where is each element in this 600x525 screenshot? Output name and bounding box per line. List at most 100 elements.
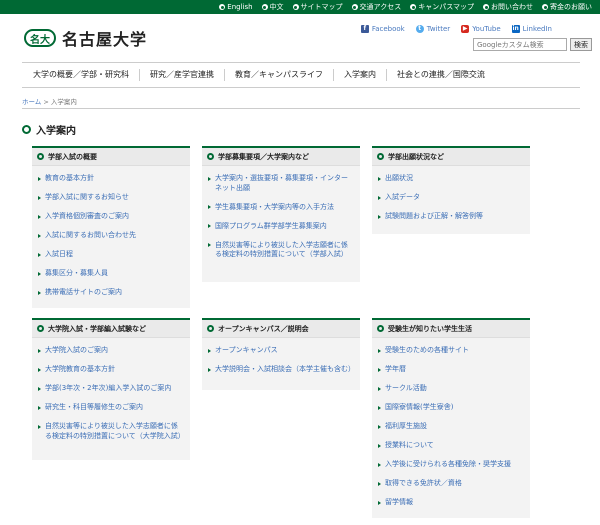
arrow-right-icon [38,176,41,181]
panel-link[interactable]: 入試に関するお問い合わせ先 [38,231,184,241]
panel-link[interactable]: 国際プログラム群学部学生募集案内 [208,222,354,232]
arrow-right-icon [38,290,41,295]
arrow-right-icon [38,233,41,238]
panel-graduate-admissions: 大学院入試・学部編入試験など 大学院入試のご案内 大学院教育の基本方針 学部(3… [32,318,190,460]
arrow-right-icon [378,462,381,467]
panel-link[interactable]: 教育の基本方針 [38,174,184,184]
bullet-icon [410,4,417,10]
panel-link[interactable]: 試験問題および正解・解答例等 [378,212,524,222]
arrow-right-icon [208,224,211,228]
utility-link-sitemap[interactable]: サイトマップ [292,2,343,12]
panel-title: 大学院入試・学部編入試験など [48,324,146,333]
panel-link[interactable]: 大学案内・選抜要項・募集要項・インターネット出願 [208,174,354,193]
panel-link[interactable]: 自然災害等により被災した入学志願者に係る検定料の特別措置について（大学院入試） [38,422,185,441]
panel-link[interactable]: 大学説明会・入試相談会（本学主催も含む） [208,365,355,375]
bullet-icon [219,4,226,10]
arrow-right-icon [378,348,381,353]
panel-link[interactable]: 学部(3年次・2年次)編入学入試のご案内 [38,384,184,394]
breadcrumb-current: 入学案内 [50,98,77,106]
ring-bullet-icon [377,153,384,160]
panel-link-list: 受験生のための各種サイト 学年暦 サークル活動 国際寮情報(学生寮舎) 福利厚生… [372,338,530,523]
social-link-facebook[interactable]: f Facebook [360,25,405,33]
logo-text: 名古屋大学 [62,30,148,49]
panel-link-list: 教育の基本方針 学部入試に関するお知らせ 入学資格個別審査のご案内 入試に関する… [32,166,190,313]
panel-link[interactable]: 入試データ [378,193,524,203]
panel-link[interactable]: 携帯電話サイトのご案内 [38,288,184,298]
arrow-right-icon [38,348,41,353]
panel-link[interactable]: 受験生のための各種サイト [378,346,524,356]
social-link-twitter[interactable]: t Twitter [415,25,450,33]
site-search: 検索 [473,38,592,51]
panel-header: 学部入試の概要 [32,148,190,166]
ring-bullet-icon [207,153,214,160]
panel-link[interactable]: 出願状況 [378,174,524,184]
bullet-icon [542,4,548,10]
panel-title: 学部出願状況など [388,152,444,161]
gnav-item-community[interactable]: 社会との連携／国際交流 [387,69,495,81]
bullet-icon [261,4,268,10]
panel-header: 学部出願状況など [372,148,530,166]
panel-link[interactable]: 学生募集要項・大学案内等の入手方法 [208,203,354,213]
panel-link[interactable]: 取得できる免許状／資格 [378,479,524,489]
panel-link[interactable]: 国際寮情報(学生寮舎) [378,403,524,413]
gnav-item-about[interactable]: 大学の概要／学部・研究科 [22,69,140,81]
utility-link-access[interactable]: 交通アクセス [351,2,401,12]
panel-link-list: 大学案内・選抜要項・募集要項・インターネット出願 学生募集要項・大学案内等の入手… [202,166,360,275]
panel-link[interactable]: サークル活動 [378,384,524,394]
divider [22,108,580,109]
panel-title: オープンキャンパス／説明会 [218,324,309,333]
arrow-right-icon [208,367,211,372]
ring-bullet-icon [37,153,44,160]
youtube-icon: ▶ [461,25,470,33]
panel-link[interactable]: 募集区分・募集人員 [38,269,184,279]
panel-header: 受験生が知りたい学生生活 [372,320,530,338]
panel-application-status: 学部出願状況など 出願状況 入試データ 試験問題および正解・解答例等 [372,146,530,234]
panel-link[interactable]: オープンキャンパス [208,346,354,356]
arrow-right-icon [208,243,211,247]
social-link-linkedin[interactable]: in LinkedIn [511,25,552,33]
gnav-item-education[interactable]: 教育／キャンパスライフ [225,69,334,81]
search-input[interactable] [473,38,567,51]
panel-link-list: オープンキャンパス 大学説明会・入試相談会（本学主催も含む） [202,338,360,390]
panel-link[interactable]: 自然災害等により被災した入学志願者に係る検定料の特別措置について（学部入試） [208,241,354,260]
panel-link[interactable]: 入試日程 [38,250,184,260]
panel-link[interactable]: 学部入試に関するお知らせ [38,193,184,203]
panel-link[interactable]: 入学後に受けられる各種免除・奨学支援 [378,460,524,470]
site-logo[interactable]: 名大 名古屋大学 [24,26,147,50]
panel-link[interactable]: 入学資格個別審査のご案内 [38,212,184,222]
arrow-right-icon [38,386,41,391]
panel-link[interactable]: 大学院教育の基本方針 [38,365,184,375]
panel-link[interactable]: 授業料について [378,441,524,451]
panel-title: 学部入試の概要 [48,152,97,161]
utility-link-donation[interactable]: 寄金のお願い [542,2,592,12]
utility-link-contact[interactable]: お問い合わせ [483,2,533,12]
gnav-item-research[interactable]: 研究／産学官連携 [140,69,225,81]
utility-link-chinese[interactable]: 中文 [261,2,284,12]
arrow-right-icon [378,405,381,410]
panel-header: オープンキャンパス／説明会 [202,320,360,338]
arrow-right-icon [208,348,211,353]
panel-link[interactable]: 研究生・科目等履修生のご案内 [38,403,184,413]
ring-bullet-icon [207,325,214,332]
page-title: 入学案内 [36,126,76,137]
panel-undergrad-overview: 学部入試の概要 教育の基本方針 学部入試に関するお知らせ 入学資格個別審査のご案… [32,146,190,308]
arrow-right-icon [38,367,41,372]
arrow-right-icon [38,195,41,200]
linkedin-icon: in [511,25,520,33]
arrow-right-icon [208,176,211,181]
panel-header: 学部募集要項／大学案内など [202,148,360,166]
breadcrumb-home[interactable]: ホーム [22,98,41,106]
social-link-youtube[interactable]: ▶ YouTube [461,25,501,33]
utility-link-english[interactable]: English [219,3,253,11]
bullet-icon [483,4,489,10]
gnav-item-admissions[interactable]: 入学案内 [334,69,387,81]
panel-link[interactable]: 大学院入試のご案内 [38,346,184,356]
search-button[interactable]: 検索 [570,38,592,51]
utility-link-campus-map[interactable]: キャンパスマップ [410,2,474,12]
social-links: f Facebook t Twitter ▶ YouTube in LinkedIn [350,25,552,33]
panel-open-campus: オープンキャンパス／説明会 オープンキャンパス 大学説明会・入試相談会（本学主催… [202,318,360,390]
panel-link[interactable]: 福利厚生施設 [378,422,524,432]
bullet-icon [292,4,299,10]
panel-link[interactable]: 学年暦 [378,365,524,375]
panel-link[interactable]: 留学情報 [378,498,524,508]
